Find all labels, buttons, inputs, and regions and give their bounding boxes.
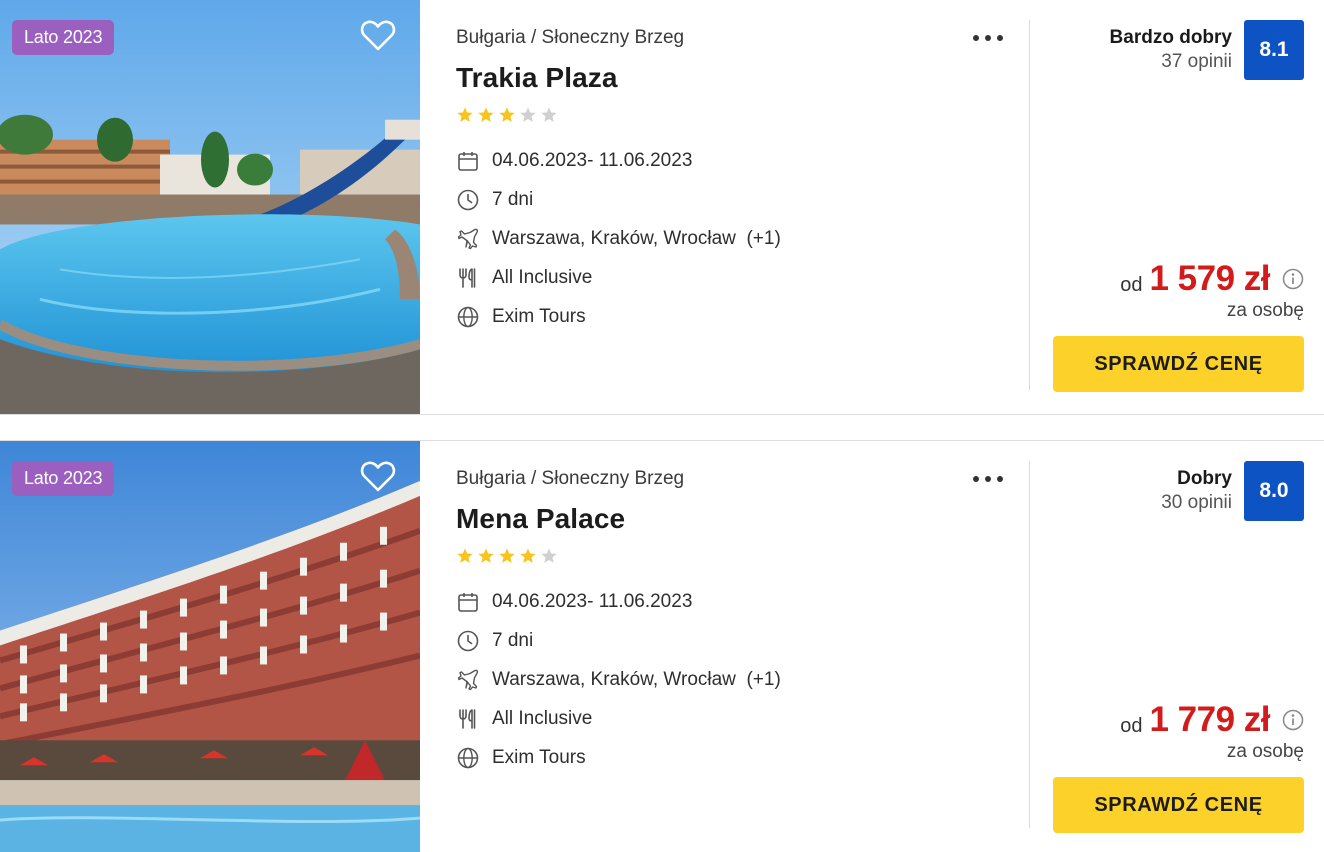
departure-text: Warszawa, Kraków, Wrocław (+1) [492,228,781,249]
duration-text: 7 dni [492,630,534,651]
star-empty-icon [541,107,557,122]
star-filled-icon [499,107,515,122]
offer-details: Bułgaria / Słoneczny Brzeg Trakia Plaza … [456,0,1016,414]
reviews-count[interactable]: 37 opinii [1161,51,1232,73]
heart-outline-icon[interactable] [360,18,396,52]
calendar-icon [458,152,478,171]
dates-text: 04.06.2023- 11.06.2023 [492,150,693,171]
price-prefix: od [1120,273,1143,296]
season-badge: Lato 2023 [12,461,115,496]
more-dots-icon[interactable] [971,469,1005,489]
star-empty-icon [541,548,557,563]
reviews-count[interactable]: 30 opinii [1161,492,1232,514]
plane-icon [457,228,479,250]
offer-card[interactable]: Lato 2023 Bułgaria / Słoneczny Brzeg Tra… [0,0,1324,415]
duration-text: 7 dni [492,189,534,210]
cutlery-icon [459,268,476,288]
per-person-label: za osobę [1226,300,1304,321]
star-rating [456,547,558,565]
divider [1029,20,1030,390]
offer-details: Bułgaria / Słoneczny Brzeg Mena Palace 0… [456,441,1016,852]
star-filled-icon [457,548,473,563]
hotel-name[interactable]: Trakia Plaza [456,62,618,94]
check-price-button[interactable]: SPRAWDŹ CENĘ [1053,777,1304,833]
check-price-button[interactable]: SPRAWDŹ CENĘ [1053,336,1304,392]
price-value: 1 779 zł [1149,700,1270,739]
board-text: All Inclusive [492,708,593,729]
plane-icon [457,669,479,691]
star-empty-icon [520,107,536,122]
operator-row: Exim Tours [456,304,586,330]
star-filled-icon [478,107,494,122]
more-dots-icon[interactable] [971,28,1005,48]
dates-text: 04.06.2023- 11.06.2023 [492,591,693,612]
dates-row: 04.06.2023- 11.06.2023 [456,589,692,615]
star-filled-icon [478,548,494,563]
departure-row: Warszawa, Kraków, Wrocław (+1) [456,226,781,252]
globe-icon [457,747,479,769]
star-filled-icon [457,107,473,122]
pool-photo [0,0,420,414]
rating-label: Dobry [1177,468,1232,489]
hotel-photo[interactable]: Lato 2023 [0,441,420,852]
rating-score-badge: 8.1 [1244,20,1304,80]
heart-outline-icon[interactable] [360,459,396,493]
season-badge: Lato 2023 [12,20,115,55]
star-filled-icon [520,548,536,563]
departure-row: Warszawa, Kraków, Wrocław (+1) [456,667,781,693]
operator-text: Exim Tours [492,306,586,327]
clock-icon [457,630,479,652]
info-icon[interactable] [1282,268,1304,290]
hotel-building-photo [0,441,420,852]
location-breadcrumb[interactable]: Bułgaria / Słoneczny Brzeg [456,468,684,490]
info-icon[interactable] [1282,709,1304,731]
board-text: All Inclusive [492,267,593,288]
price-value: 1 579 zł [1149,259,1270,298]
price-prefix: od [1120,714,1143,737]
price-row: od 1 779 zł [1120,700,1304,740]
globe-icon [457,306,479,328]
offer-card[interactable]: Lato 2023 Bułgaria / Słoneczny Brzeg Men… [0,440,1324,852]
divider [1029,461,1030,828]
star-filled-icon [499,548,515,563]
hotel-name[interactable]: Mena Palace [456,503,625,535]
per-person-label: za osobę [1226,741,1304,762]
board-row: All Inclusive [456,706,592,732]
operator-row: Exim Tours [456,745,586,771]
board-row: All Inclusive [456,265,592,291]
location-breadcrumb[interactable]: Bułgaria / Słoneczny Brzeg [456,27,684,49]
duration-row: 7 dni [456,628,533,654]
cutlery-icon [459,709,476,729]
price-row: od 1 579 zł [1120,259,1304,299]
clock-icon [457,189,479,211]
operator-text: Exim Tours [492,747,586,768]
star-rating [456,106,558,124]
departure-text: Warszawa, Kraków, Wrocław (+1) [492,669,781,690]
calendar-icon [458,593,478,612]
hotel-photo[interactable]: Lato 2023 [0,0,420,414]
rating-score-badge: 8.0 [1244,461,1304,521]
rating-label: Bardzo dobry [1109,27,1232,48]
dates-row: 04.06.2023- 11.06.2023 [456,148,692,174]
duration-row: 7 dni [456,187,533,213]
